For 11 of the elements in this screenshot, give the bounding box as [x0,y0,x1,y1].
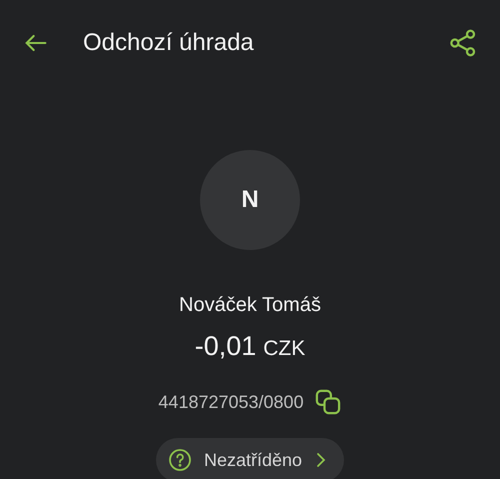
category-chip[interactable]: Nezatříděno [156,438,344,479]
copy-icon[interactable] [314,388,342,416]
share-icon [448,28,478,58]
page-title: Odchozí úhrada [83,29,255,57]
avatar: N [200,150,300,250]
counterparty-name: Nováček Tomáš [179,294,321,317]
currency: CZK [263,337,306,361]
share-button[interactable] [448,28,478,58]
amount: -0,01 [194,331,256,362]
account-number: 4418727053/0800 [158,392,304,412]
question-icon [168,448,192,472]
